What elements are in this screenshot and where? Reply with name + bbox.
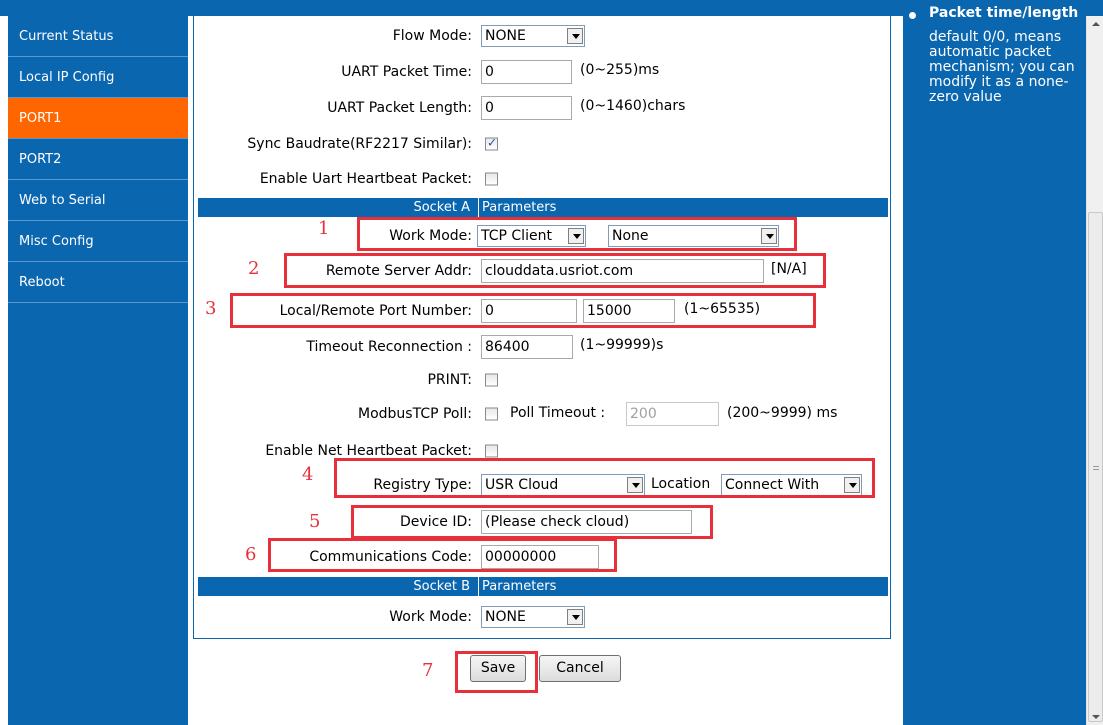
annotation-number-3: 3 xyxy=(205,298,217,319)
poll-timeout-hint: (200~9999) ms xyxy=(727,405,838,422)
print-row: PRINT: xyxy=(194,365,890,395)
sync-baudrate-label: Sync Baudrate(RF2217 Similar): xyxy=(247,136,472,152)
annotation-box-2 xyxy=(284,253,826,288)
annotation-number-1: 1 xyxy=(318,218,330,239)
scrollbar-thumb[interactable] xyxy=(1088,212,1103,722)
vertical-scrollbar[interactable] xyxy=(1086,16,1103,725)
annotation-box-5 xyxy=(351,505,713,539)
sidebar-item-misc-config[interactable]: Misc Config xyxy=(8,221,188,262)
sidebar-item-current-status[interactable]: Current Status xyxy=(8,16,188,57)
timeout-reconnection-label: Timeout Reconnection : xyxy=(306,339,472,355)
poll-timeout-input[interactable]: 200 xyxy=(626,402,719,426)
socket-a-subtitle: Parameters xyxy=(482,200,557,215)
uart-packet-time-hint: (0~255)ms xyxy=(580,62,660,79)
flow-mode-label: Flow Mode: xyxy=(392,28,472,44)
cancel-button[interactable]: Cancel xyxy=(539,655,621,682)
uart-heartbeat-label: Enable Uart Heartbeat Packet: xyxy=(259,171,472,187)
sync-baudrate-row: Sync Baudrate(RF2217 Similar): xyxy=(194,129,890,159)
chevron-down-icon xyxy=(567,28,583,44)
annotation-box-1 xyxy=(357,217,797,251)
sidebar-nav: Current Status Local IP Config PORT1 POR… xyxy=(8,16,188,725)
annotation-number-7: 7 xyxy=(422,660,434,681)
sidebar-item-port2[interactable]: PORT2 xyxy=(8,139,188,180)
sidebar-item-reboot[interactable]: Reboot xyxy=(8,262,188,303)
sidebar-item-local-ip-config[interactable]: Local IP Config xyxy=(8,57,188,98)
flow-mode-value: NONE xyxy=(485,28,526,44)
uart-heartbeat-row: Enable Uart Heartbeat Packet: xyxy=(194,164,890,194)
sync-baudrate-checkbox[interactable] xyxy=(485,136,498,151)
flow-mode-row: Flow Mode: NONE xyxy=(194,21,890,51)
socket-b-subtitle: Parameters xyxy=(482,579,557,594)
socket-b-title: Socket B xyxy=(413,579,470,594)
modbus-poll-label: ModbusTCP Poll: xyxy=(358,406,472,422)
annotation-number-4: 4 xyxy=(302,464,314,485)
uart-heartbeat-checkbox[interactable] xyxy=(485,172,498,186)
help-panel: Packet time/length default 0/0, means au… xyxy=(903,6,1086,725)
socket-a-title: Socket A xyxy=(413,200,470,215)
sidebar-item-port1[interactable]: PORT1 xyxy=(8,98,188,139)
socket-b-header: Socket B Parameters xyxy=(198,577,888,596)
grip-icon xyxy=(1093,466,1099,470)
print-label: PRINT: xyxy=(427,372,472,388)
uart-packet-time-row: UART Packet Time: 0 (0~255)ms xyxy=(194,57,890,87)
bullet-icon xyxy=(909,12,916,19)
timeout-reconnection-hint: (1~99999)s xyxy=(580,337,664,354)
modbus-poll-checkbox[interactable] xyxy=(485,407,498,421)
help-text: default 0/0, means automatic packet mech… xyxy=(929,29,1075,105)
uart-packet-length-hint: (0~1460)chars xyxy=(580,98,686,115)
annotation-box-7 xyxy=(455,651,538,693)
work-mode-b-value: NONE xyxy=(485,609,526,625)
poll-timeout-label: Poll Timeout : xyxy=(510,405,606,422)
work-mode-b-label: Work Mode: xyxy=(389,609,472,625)
net-heartbeat-checkbox[interactable] xyxy=(485,444,498,458)
annotation-box-3 xyxy=(230,293,816,328)
annotation-number-2: 2 xyxy=(248,258,260,279)
header-divider xyxy=(478,198,479,217)
uart-packet-time-label: UART Packet Time: xyxy=(341,64,472,80)
header-divider xyxy=(478,577,479,596)
annotation-number-5: 5 xyxy=(309,511,321,532)
annotation-number-6: 6 xyxy=(245,544,257,565)
scroll-down-arrow-icon[interactable] xyxy=(1092,715,1100,719)
annotation-box-4 xyxy=(334,458,875,498)
sidebar-item-web-to-serial[interactable]: Web to Serial xyxy=(8,180,188,221)
help-title: Packet time/length xyxy=(929,5,1079,21)
scroll-up-arrow-icon[interactable] xyxy=(1092,22,1100,26)
net-heartbeat-label: Enable Net Heartbeat Packet: xyxy=(265,443,472,459)
socket-a-header: Socket A Parameters xyxy=(198,198,888,217)
uart-packet-length-label: UART Packet Length: xyxy=(327,100,472,116)
uart-packet-length-input[interactable]: 0 xyxy=(481,96,572,120)
print-checkbox[interactable] xyxy=(485,373,498,387)
uart-packet-length-row: UART Packet Length: 0 (0~1460)chars xyxy=(194,93,890,123)
modbus-poll-row: ModbusTCP Poll: Poll Timeout : 200 (200~… xyxy=(194,399,890,429)
timeout-reconnection-input[interactable]: 86400 xyxy=(481,335,573,359)
uart-packet-time-input[interactable]: 0 xyxy=(481,60,572,84)
work-mode-b-select[interactable]: NONE xyxy=(481,606,585,628)
work-mode-b-row: Work Mode: NONE xyxy=(194,602,890,632)
flow-mode-select[interactable]: NONE xyxy=(481,25,585,47)
timeout-reconnection-row: Timeout Reconnection : 86400 (1~99999)s xyxy=(194,332,890,362)
chevron-down-icon xyxy=(567,609,583,625)
annotation-box-6 xyxy=(268,538,617,572)
